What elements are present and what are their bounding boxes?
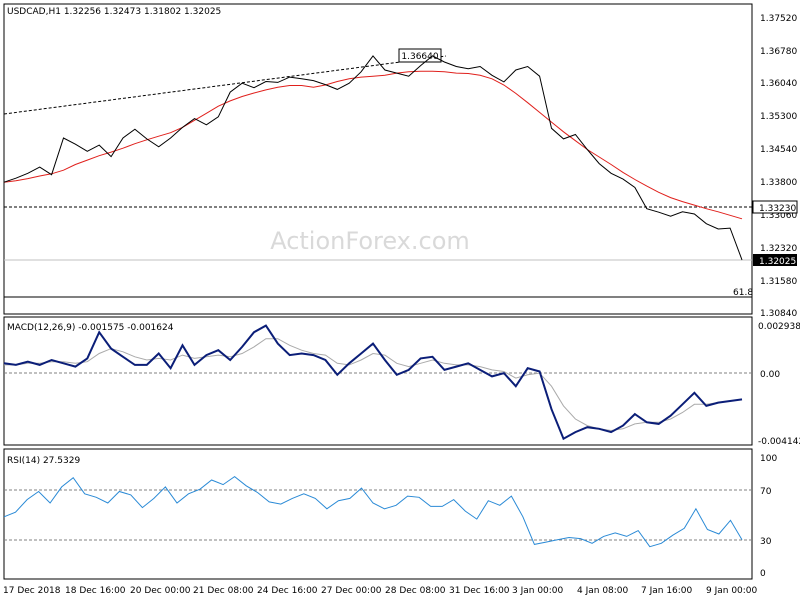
x-tick-label: 28 Dec 08:00 [385, 586, 446, 596]
rsi-tick-label: 70 [760, 487, 772, 497]
x-tick-label: 27 Dec 00:00 [321, 586, 382, 596]
x-tick-label: 31 Dec 16:00 [449, 586, 510, 596]
x-tick-label: 9 Jan 00:00 [706, 586, 758, 596]
high-annotation: 1.36640 [398, 48, 442, 63]
price-tag-current-label: 1.32025 [759, 257, 796, 267]
price-tick-label: 1.34540 [760, 145, 797, 155]
macd-tick-label: 0.00 [760, 370, 780, 380]
price-tag-resistance-label: 1.33230 [759, 204, 796, 214]
price-tick-label: 1.32320 [760, 244, 797, 254]
rsi-tick-label: 0 [760, 569, 766, 579]
x-tick-label: 3 Jan 00:00 [512, 586, 564, 596]
x-axis: 17 Dec 2018 18 Dec 16:00 20 Dec 00:00 21… [3, 586, 758, 596]
macd-tick-label: 0.002938 [758, 322, 800, 332]
x-tick-label: 17 Dec 2018 [3, 586, 61, 596]
rsi-tick-label: 100 [760, 454, 777, 464]
x-tick-label: 21 Dec 08:00 [193, 586, 254, 596]
price-tick-label: 1.35300 [760, 112, 797, 122]
price-tick-label: 1.37520 [760, 14, 797, 24]
rsi-pane-title: RSI(14) 27.5329 [7, 456, 80, 466]
chart-background [0, 0, 800, 600]
x-tick-label: 24 Dec 16:00 [257, 586, 318, 596]
price-tick-label: 1.33800 [760, 178, 797, 188]
fibonacci-label: 61.8 [733, 288, 753, 298]
x-tick-label: 7 Jan 16:00 [641, 586, 693, 596]
price-tick-label: 1.36780 [760, 47, 797, 57]
rsi-tick-label: 30 [760, 537, 772, 547]
x-tick-label: 20 Dec 00:00 [130, 586, 191, 596]
usdcad-chart: ActionForex.com USDCAD,H1 1.32256 1.3247… [0, 0, 800, 600]
price-tag-resistance: 1.33230 [752, 200, 798, 214]
macd-pane-title: MACD(12,26,9) -0.001575 -0.001624 [7, 323, 174, 333]
price-tag-current: 1.32025 [753, 254, 797, 267]
x-tick-label: 4 Jan 08:00 [577, 586, 629, 596]
price-pane-title: USDCAD,H1 1.32256 1.32473 1.31802 1.3202… [7, 7, 221, 17]
price-tick-label: 1.36040 [760, 79, 797, 89]
high-annotation-label: 1.36640 [401, 52, 438, 62]
watermark: ActionForex.com [270, 227, 470, 255]
x-tick-label: 18 Dec 16:00 [65, 586, 126, 596]
price-tick-label: 1.30840 [760, 309, 797, 319]
macd-tick-label: -0.004142 [758, 437, 800, 447]
price-tick-label: 1.31580 [760, 277, 797, 287]
